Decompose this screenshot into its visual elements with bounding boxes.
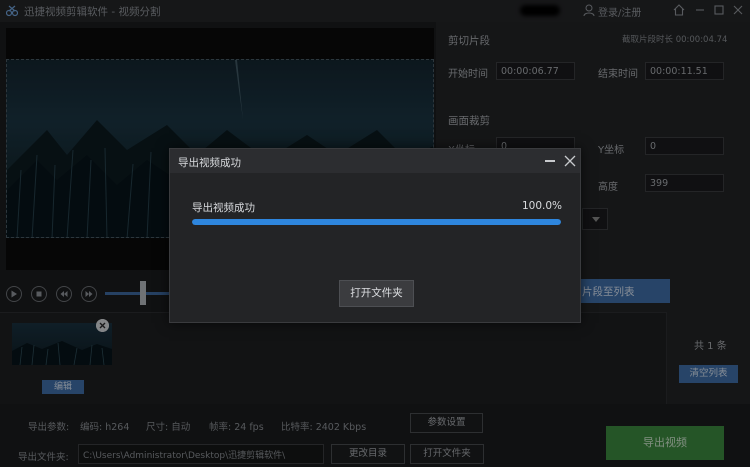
dialog-minimize-icon[interactable]	[545, 160, 555, 162]
dialog-open-folder-button[interactable]: 打开文件夹	[339, 280, 414, 307]
export-percent-text: 100.0%	[521, 200, 562, 212]
export-progress-bar	[192, 219, 561, 225]
dialog-title: 导出视频成功	[178, 157, 241, 169]
export-progress-fill	[192, 219, 561, 225]
dialog-title-bar: 导出视频成功	[170, 149, 580, 173]
dialog-close-icon[interactable]	[564, 155, 576, 167]
export-success-dialog: 导出视频成功 导出视频成功 100.0% 打开文件夹	[169, 148, 581, 323]
export-status-text: 导出视频成功	[192, 202, 255, 214]
